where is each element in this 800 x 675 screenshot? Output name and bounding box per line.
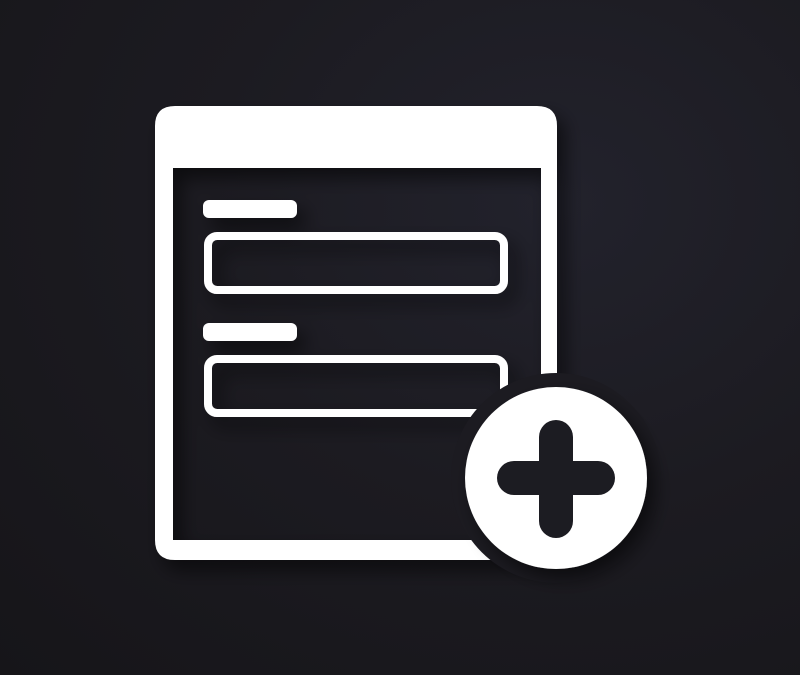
icon-canvas (0, 0, 800, 675)
input-field-1 (204, 232, 508, 294)
field-label-2 (203, 323, 297, 341)
plus-horizontal-bar (497, 461, 615, 495)
plus-circle-icon (465, 387, 647, 569)
field-label-1 (203, 200, 297, 218)
input-field-2 (204, 355, 508, 417)
add-form-icon (155, 106, 661, 583)
